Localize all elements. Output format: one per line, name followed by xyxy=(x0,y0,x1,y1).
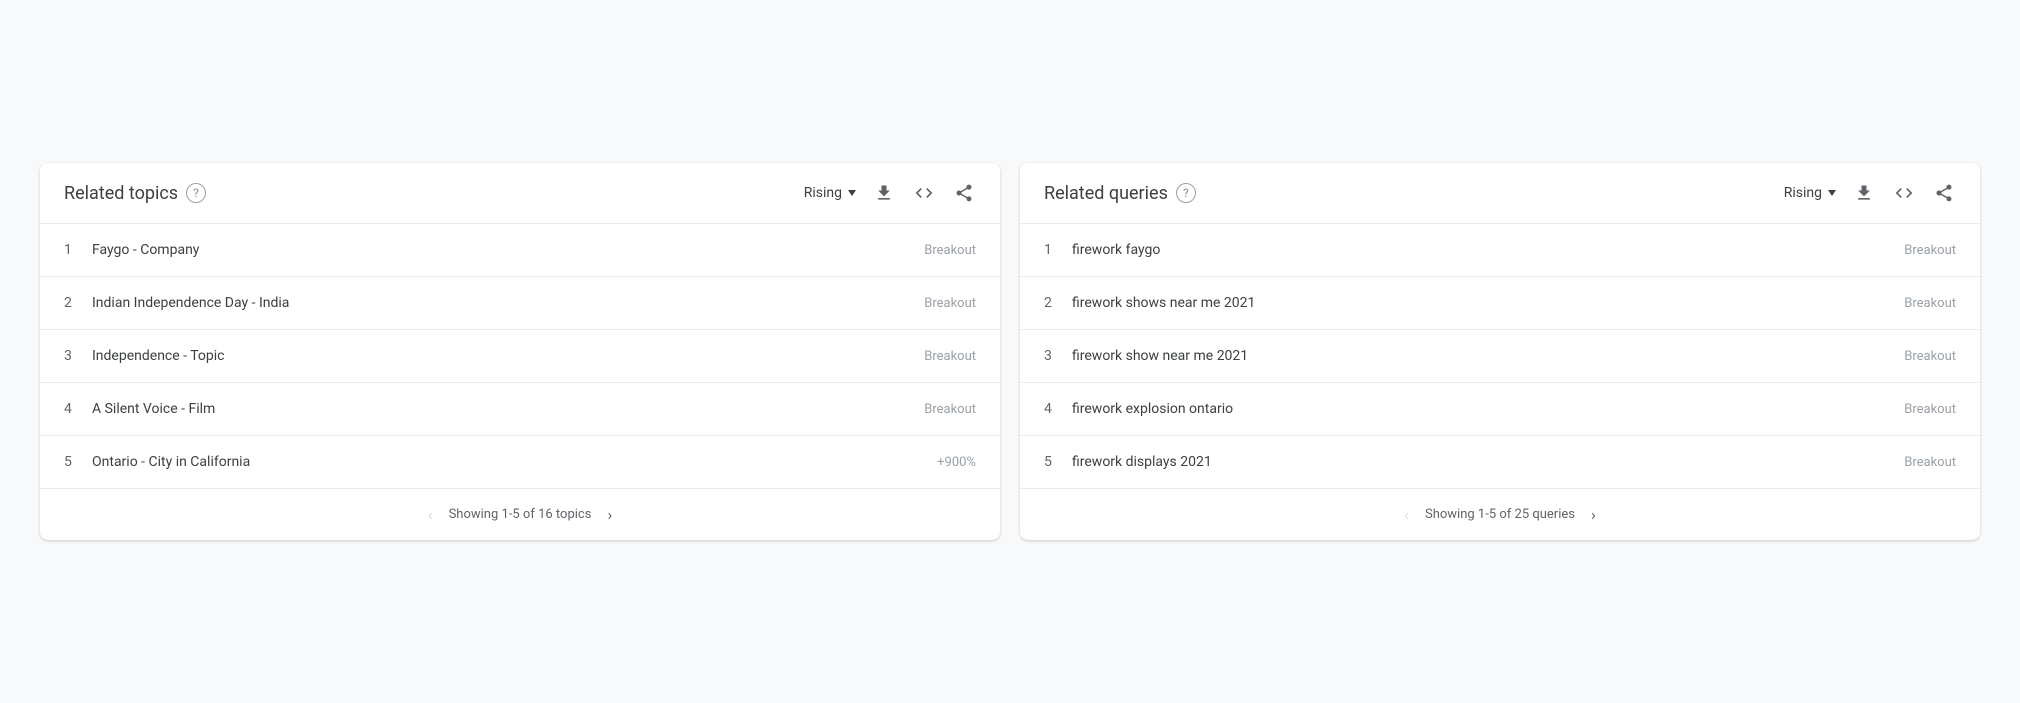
share-icon[interactable] xyxy=(952,181,976,205)
next-page-button[interactable]: › xyxy=(1591,505,1596,524)
item-number: 1 xyxy=(1044,242,1072,258)
item-label: Faygo - Company xyxy=(92,242,916,258)
download-icon[interactable] xyxy=(1852,181,1876,205)
item-badge: Breakout xyxy=(1904,243,1956,258)
panel-controls: Rising xyxy=(804,181,976,205)
item-badge: Breakout xyxy=(1904,402,1956,417)
item-label: Independence - Topic xyxy=(92,348,916,364)
panel-title-group: Related queries? xyxy=(1044,183,1196,204)
item-label: Ontario - City in California xyxy=(92,454,929,470)
rising-dropdown[interactable]: Rising xyxy=(804,185,856,201)
item-number: 1 xyxy=(64,242,92,258)
item-badge: Breakout xyxy=(924,243,976,258)
share-icon[interactable] xyxy=(1932,181,1956,205)
list-item[interactable]: 1Faygo - Company Breakout xyxy=(40,224,1000,277)
help-icon[interactable]: ? xyxy=(1176,183,1196,203)
item-label: A Silent Voice - Film xyxy=(92,401,916,417)
panel-footer: ‹ Showing 1-5 of 25 queries › xyxy=(1020,488,1980,540)
item-number: 4 xyxy=(64,401,92,417)
next-page-button[interactable]: › xyxy=(607,505,612,524)
item-number: 5 xyxy=(64,454,92,470)
panel-header-related-queries: Related queries? Rising xyxy=(1020,163,1980,224)
panel-title-related-queries: Related queries xyxy=(1044,183,1168,204)
list-items-related-queries: 1firework faygoBreakout2firework shows n… xyxy=(1020,224,1980,488)
item-badge: Breakout xyxy=(924,296,976,311)
item-label: firework shows near me 2021 xyxy=(1072,295,1896,311)
item-badge: Breakout xyxy=(1904,349,1956,364)
list-item[interactable]: 3Independence - Topic Breakout xyxy=(40,330,1000,383)
list-item[interactable]: 3firework show near me 2021 Breakout xyxy=(1020,330,1980,383)
item-badge: Breakout xyxy=(1904,296,1956,311)
item-badge: Breakout xyxy=(924,349,976,364)
list-item[interactable]: 4A Silent Voice - Film Breakout xyxy=(40,383,1000,436)
item-badge: +900% xyxy=(937,455,976,470)
list-item[interactable]: 2Indian Independence Day - India Breakout xyxy=(40,277,1000,330)
embed-icon[interactable] xyxy=(912,181,936,205)
rising-label: Rising xyxy=(804,185,842,201)
prev-page-button[interactable]: ‹ xyxy=(428,505,433,524)
list-item[interactable]: 5firework displays 2021 Breakout xyxy=(1020,436,1980,488)
list-item[interactable]: 2firework shows near me 2021 Breakout xyxy=(1020,277,1980,330)
item-label: firework show near me 2021 xyxy=(1072,348,1896,364)
list-items-related-topics: 1Faygo - CompanyBreakout2Indian Independ… xyxy=(40,224,1000,488)
list-item[interactable]: 5Ontario - City in California +900% xyxy=(40,436,1000,488)
pagination-text: Showing 1-5 of 16 topics xyxy=(449,507,592,522)
panel-controls: Rising xyxy=(1784,181,1956,205)
item-label: firework displays 2021 xyxy=(1072,454,1896,470)
dropdown-arrow-icon xyxy=(848,190,856,196)
rising-dropdown[interactable]: Rising xyxy=(1784,185,1836,201)
panels-container: Related topics?Rising1Faygo - CompanyBre… xyxy=(20,143,2000,560)
item-number: 3 xyxy=(1044,348,1072,364)
item-label: firework faygo xyxy=(1072,242,1896,258)
list-item[interactable]: 4firework explosion ontario Breakout xyxy=(1020,383,1980,436)
embed-icon[interactable] xyxy=(1892,181,1916,205)
item-badge: Breakout xyxy=(1904,455,1956,470)
dropdown-arrow-icon xyxy=(1828,190,1836,196)
rising-label: Rising xyxy=(1784,185,1822,201)
panel-related-topics: Related topics? Rising 1Faygo - Company Bre… xyxy=(40,163,1000,540)
item-number: 2 xyxy=(64,295,92,311)
pagination-text: Showing 1-5 of 25 queries xyxy=(1425,507,1575,522)
prev-page-button[interactable]: ‹ xyxy=(1404,505,1409,524)
item-number: 2 xyxy=(1044,295,1072,311)
panel-title-group: Related topics? xyxy=(64,183,206,204)
panel-header-related-topics: Related topics? Rising xyxy=(40,163,1000,224)
item-label: Indian Independence Day - India xyxy=(92,295,916,311)
item-number: 4 xyxy=(1044,401,1072,417)
panel-title-related-topics: Related topics xyxy=(64,183,178,204)
list-item[interactable]: 1firework faygo Breakout xyxy=(1020,224,1980,277)
item-label: firework explosion ontario xyxy=(1072,401,1896,417)
help-icon[interactable]: ? xyxy=(186,183,206,203)
item-number: 5 xyxy=(1044,454,1072,470)
item-badge: Breakout xyxy=(924,402,976,417)
panel-footer: ‹ Showing 1-5 of 16 topics › xyxy=(40,488,1000,540)
download-icon[interactable] xyxy=(872,181,896,205)
panel-related-queries: Related queries? Rising 1firework faygo Bre… xyxy=(1020,163,1980,540)
item-number: 3 xyxy=(64,348,92,364)
